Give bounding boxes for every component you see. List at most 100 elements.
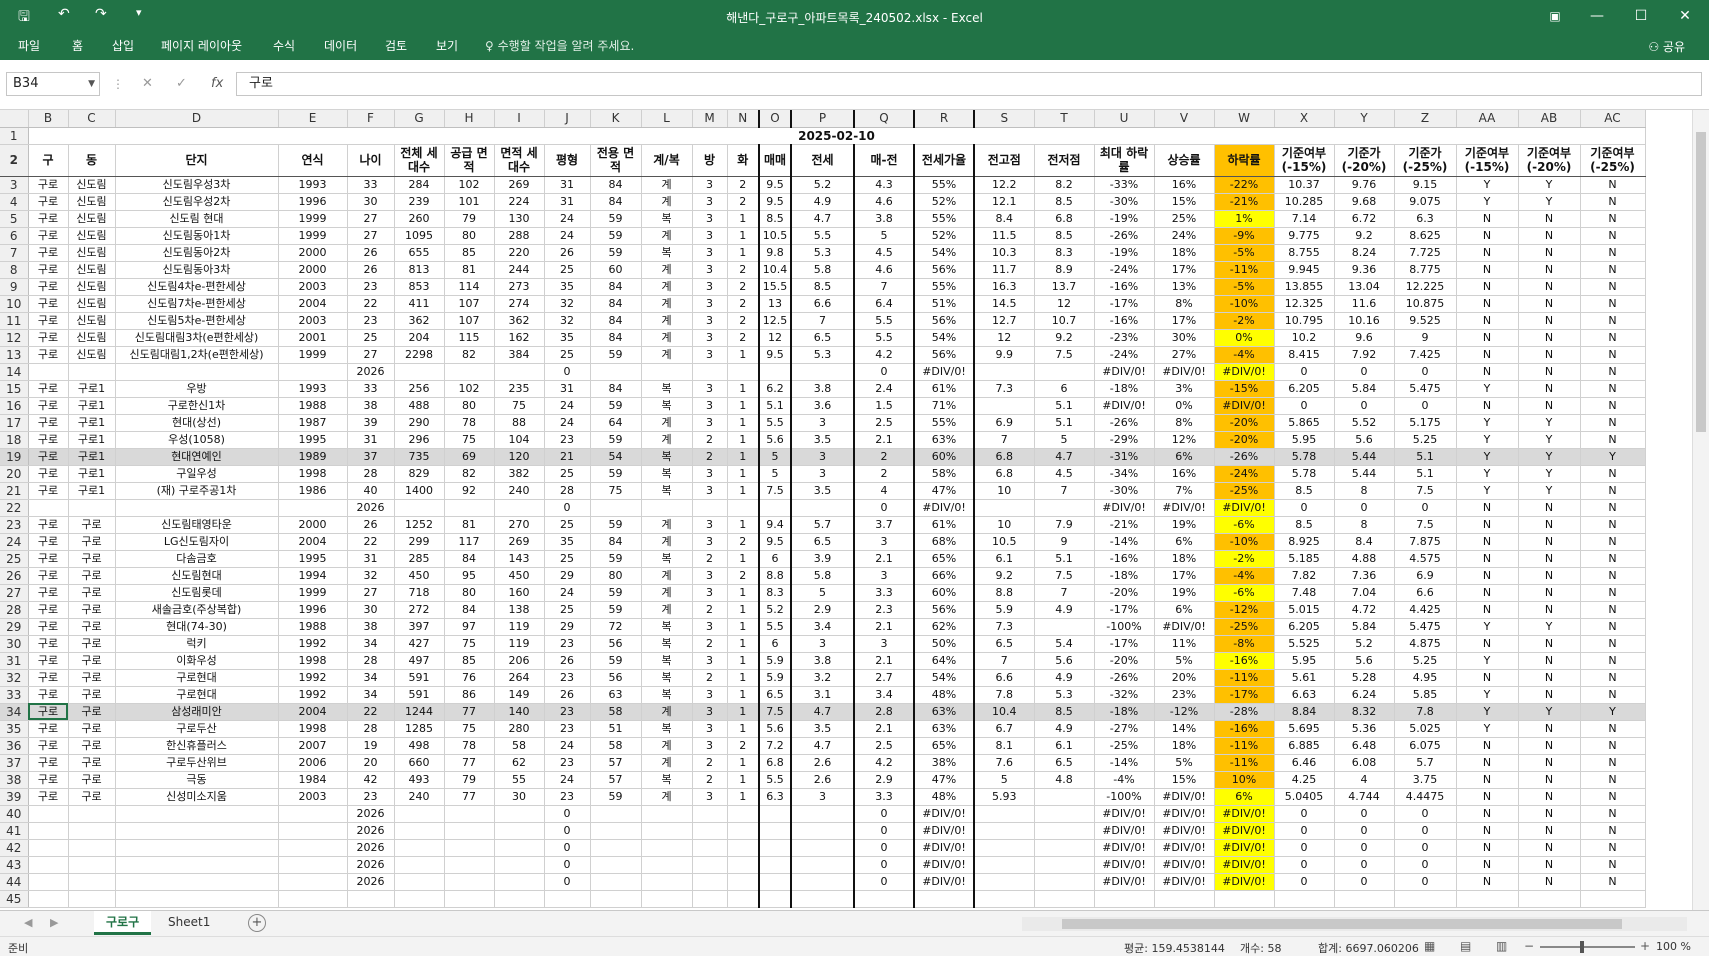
cell-I[interactable]: 269 [494, 176, 545, 194]
cell-K[interactable]: 59 [590, 516, 642, 534]
row-header[interactable]: 10 [0, 295, 29, 313]
name-box[interactable]: B34 ▼ [6, 72, 100, 96]
cell-U[interactable]: -20% [1094, 584, 1155, 602]
cell-G[interactable]: 411 [394, 295, 445, 313]
cell-C[interactable]: 구로 [68, 635, 116, 653]
cell-O[interactable]: 12 [758, 329, 792, 347]
table-header-cell[interactable]: 나이 [347, 144, 395, 177]
cell-E[interactable]: 2003 [278, 278, 348, 296]
cell-F[interactable]: 42 [347, 771, 395, 789]
cell-F[interactable]: 23 [347, 788, 395, 806]
cell-B[interactable]: 구로 [28, 261, 69, 279]
cell-B[interactable]: 구로 [28, 414, 69, 432]
cell-AA[interactable]: Y [1456, 431, 1519, 449]
column-header[interactable]: O [758, 110, 792, 128]
cell-E[interactable]: 1987 [278, 414, 348, 432]
cell-T[interactable]: 8.5 [1034, 193, 1095, 211]
add-sheet-icon[interactable]: + [248, 914, 266, 932]
cell-K[interactable]: 59 [590, 227, 642, 245]
cell-P[interactable]: 3.5 [790, 482, 855, 500]
cell-W[interactable]: -17% [1214, 686, 1275, 704]
cell-AA[interactable]: N [1456, 567, 1519, 585]
cell-E[interactable] [278, 856, 348, 874]
cell-E[interactable] [278, 873, 348, 891]
cell-AB[interactable]: Y [1518, 482, 1581, 500]
cell-D[interactable]: 신도림태영타운 [115, 516, 279, 534]
cell-R[interactable]: 55% [913, 176, 975, 194]
cell-M[interactable]: 3 [692, 261, 728, 279]
cell-H[interactable]: 75 [444, 431, 495, 449]
cell-D[interactable]: 신도림4차e-편한세상 [115, 278, 279, 296]
cell-Z[interactable]: 6.3 [1394, 210, 1457, 228]
cancel-icon[interactable]: ✕ [142, 76, 153, 91]
cell-W[interactable]: #DIV/0! [1214, 873, 1275, 891]
cell-H[interactable]: 101 [444, 193, 495, 211]
cell-B[interactable]: 구로 [28, 550, 69, 568]
maximize-button[interactable]: ☐ [1621, 4, 1661, 28]
cell-S[interactable]: 7.6 [973, 754, 1035, 772]
cell-G[interactable] [394, 499, 445, 517]
cell-Q[interactable]: 7 [853, 278, 915, 296]
cell-W[interactable]: -5% [1214, 244, 1275, 262]
cell-B[interactable] [28, 890, 69, 908]
cell-S[interactable]: 7.3 [973, 618, 1035, 636]
cell-G[interactable]: 1400 [394, 482, 445, 500]
cell-AB[interactable]: Y [1518, 465, 1581, 483]
cell-M[interactable]: 3 [692, 737, 728, 755]
cell-J[interactable]: 25 [544, 465, 591, 483]
cell-R[interactable]: 56% [913, 261, 975, 279]
cell-H[interactable] [444, 363, 495, 381]
cell-F[interactable]: 26 [347, 244, 395, 262]
cell-G[interactable] [394, 822, 445, 840]
cell-B[interactable]: 구로 [28, 176, 69, 194]
cell-J[interactable]: 0 [544, 839, 591, 857]
cell-H[interactable] [444, 856, 495, 874]
cell-M[interactable]: 2 [692, 431, 728, 449]
cell-AB[interactable] [1518, 890, 1581, 908]
cell-I[interactable]: 384 [494, 346, 545, 364]
cell-X[interactable]: 0 [1274, 839, 1335, 857]
cell-D[interactable]: 현대(상선) [115, 414, 279, 432]
cell-J[interactable]: 29 [544, 618, 591, 636]
cell-AC[interactable]: N [1580, 805, 1646, 823]
cell-C[interactable]: 구로1 [68, 397, 116, 415]
cell-H[interactable] [444, 822, 495, 840]
cell-K[interactable]: 59 [590, 584, 642, 602]
cell-L[interactable] [641, 822, 693, 840]
cell-D[interactable] [115, 873, 279, 891]
cell-V[interactable]: #DIV/0! [1154, 788, 1215, 806]
cell-R[interactable]: 63% [913, 431, 975, 449]
cell-T[interactable]: 8.2 [1034, 176, 1095, 194]
cell-Z[interactable]: 0 [1394, 839, 1457, 857]
cell-X[interactable]: 8.84 [1274, 703, 1335, 721]
cell-W[interactable]: #DIV/0! [1214, 499, 1275, 517]
cell-X[interactable]: 5.78 [1274, 465, 1335, 483]
cell-C[interactable]: 구로 [68, 754, 116, 772]
cell-E[interactable]: 2006 [278, 754, 348, 772]
cell-T[interactable]: 6.8 [1034, 210, 1095, 228]
cell-X[interactable]: 10.795 [1274, 312, 1335, 330]
cell-U[interactable]: -27% [1094, 720, 1155, 738]
cell-L[interactable]: 계 [641, 516, 693, 534]
cell-C[interactable]: 신도림 [68, 210, 116, 228]
cell-G[interactable]: 829 [394, 465, 445, 483]
cell-Q[interactable]: 2.1 [853, 720, 915, 738]
cell-AC[interactable]: N [1580, 873, 1646, 891]
table-header-cell[interactable]: 상승률 [1154, 144, 1215, 177]
cell-AA[interactable]: N [1456, 584, 1519, 602]
cell-F[interactable]: 37 [347, 448, 395, 466]
cell-D[interactable]: 구로현대 [115, 669, 279, 687]
cell-K[interactable]: 56 [590, 669, 642, 687]
tab-file[interactable]: 파일 [18, 37, 40, 54]
cell-O[interactable] [758, 839, 792, 857]
cell-X[interactable]: 0 [1274, 856, 1335, 874]
cell-W[interactable]: -20% [1214, 414, 1275, 432]
cell-K[interactable]: 59 [590, 397, 642, 415]
cell-O[interactable]: 10.4 [758, 261, 792, 279]
cell-E[interactable]: 1996 [278, 193, 348, 211]
cell-E[interactable]: 1986 [278, 482, 348, 500]
cell-B[interactable]: 구로 [28, 465, 69, 483]
cell-T[interactable]: 7.5 [1034, 346, 1095, 364]
cell-K[interactable]: 59 [590, 431, 642, 449]
cell-D[interactable]: 현대(74-30) [115, 618, 279, 636]
